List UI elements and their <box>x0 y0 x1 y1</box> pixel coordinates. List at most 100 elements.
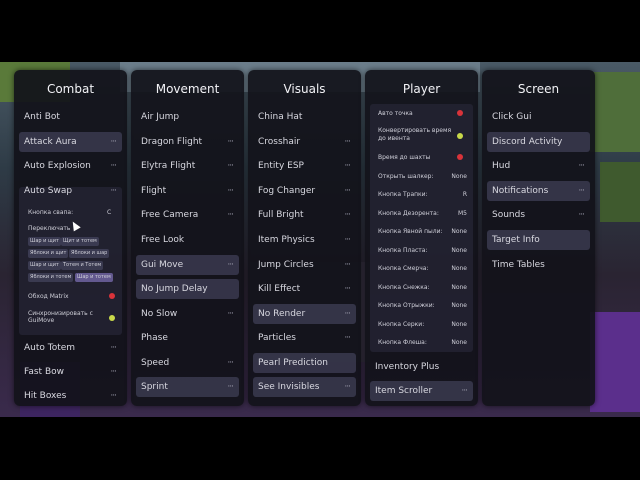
module-discord-activity[interactable]: Discord Activity <box>487 132 590 152</box>
options-icon[interactable]: ··· <box>344 137 351 147</box>
toggle-off-indicator[interactable] <box>457 154 463 160</box>
module-item-scroller[interactable]: Item Scroller ··· <box>370 381 473 401</box>
setting-open-shulker[interactable]: Открыть шалкер: None <box>370 173 473 180</box>
options-icon[interactable]: ··· <box>344 284 351 294</box>
module-sprint[interactable]: Sprint ··· <box>136 377 239 397</box>
module-dragon-flight[interactable]: Dragon Flight ··· <box>136 132 239 152</box>
module-no-render[interactable]: No Render ··· <box>253 304 356 324</box>
module-elytra-flight[interactable]: Elytra Flight ··· <box>136 156 239 176</box>
options-icon[interactable]: ··· <box>578 210 585 220</box>
module-jump-circles[interactable]: Jump Circles ··· <box>253 255 356 275</box>
swap-option-chip[interactable]: Шар и щит <box>28 261 61 270</box>
options-icon[interactable]: ··· <box>227 382 234 392</box>
module-flight[interactable]: Flight ··· <box>136 181 239 201</box>
module-gui-move[interactable]: Gui Move ··· <box>136 255 239 275</box>
options-icon[interactable]: ··· <box>110 391 117 401</box>
module-particles[interactable]: Particles ··· <box>253 328 356 348</box>
options-icon[interactable]: ··· <box>227 161 234 171</box>
combat-panel: Combat Anti Bot Attack Aura ··· Auto Expl… <box>14 70 127 406</box>
module-item-physics[interactable]: Item Physics ··· <box>253 230 356 250</box>
module-auto-swap[interactable]: Auto Swap ··· <box>19 181 122 201</box>
swap-option-chip[interactable]: Тотем и Тотем <box>61 261 104 270</box>
module-target-info[interactable]: Target Info <box>487 230 590 250</box>
options-icon[interactable]: ··· <box>578 186 585 196</box>
module-sounds[interactable]: Sounds ··· <box>487 205 590 225</box>
options-icon[interactable]: ··· <box>578 161 585 171</box>
options-icon[interactable]: ··· <box>110 186 117 196</box>
module-label: Hit Boxes <box>24 391 67 401</box>
setting-label: Открыть шалкер: <box>378 173 434 180</box>
module-speed[interactable]: Speed ··· <box>136 353 239 373</box>
module-no-slow[interactable]: No Slow ··· <box>136 304 239 324</box>
module-hud[interactable]: Hud ··· <box>487 156 590 176</box>
module-full-bright[interactable]: Full Bright ··· <box>253 205 356 225</box>
module-hit-boxes[interactable]: Hit Boxes ··· <box>19 386 122 406</box>
options-icon[interactable]: ··· <box>344 235 351 245</box>
options-icon[interactable]: ··· <box>110 161 117 171</box>
module-entity-esp[interactable]: Entity ESP ··· <box>253 156 356 176</box>
toggle-on-indicator[interactable] <box>109 315 115 321</box>
module-auto-explosion[interactable]: Auto Explosion ··· <box>19 156 122 176</box>
module-crosshair[interactable]: Crosshair ··· <box>253 132 356 152</box>
toggle-off-indicator[interactable] <box>457 110 463 116</box>
options-icon[interactable]: ··· <box>344 260 351 270</box>
options-icon[interactable]: ··· <box>227 358 234 368</box>
module-click-gui[interactable]: Click Gui <box>487 107 590 127</box>
toggle-off-indicator[interactable] <box>109 293 115 299</box>
options-icon[interactable]: ··· <box>110 367 117 377</box>
module-fog-changer[interactable]: Fog Changer ··· <box>253 181 356 201</box>
module-no-jump-delay[interactable]: No Jump Delay <box>136 279 239 299</box>
setting-flash-key[interactable]: Кнопка Флеша: None <box>370 339 473 346</box>
setting-plast-key[interactable]: Кнопка Пласта: None <box>370 247 473 254</box>
module-kill-effect[interactable]: Kill Effect ··· <box>253 279 356 299</box>
options-icon[interactable]: ··· <box>227 186 234 196</box>
options-icon[interactable]: ··· <box>110 137 117 147</box>
options-icon[interactable]: ··· <box>110 343 117 353</box>
setting-label: Кнопка Флеша: <box>378 339 427 346</box>
setting-burp-key[interactable]: Кнопка Отрыжки: None <box>370 302 473 309</box>
module-inventory-plus[interactable]: Inventory Plus <box>370 357 473 377</box>
options-icon[interactable]: ··· <box>344 210 351 220</box>
swap-option-chip[interactable]: Шар и щит <box>28 237 61 246</box>
setting-snowball-key[interactable]: Кнопка Снежка: None <box>370 284 473 291</box>
options-icon[interactable]: ··· <box>227 309 234 319</box>
module-phase[interactable]: Phase <box>136 328 239 348</box>
setting-trap-key[interactable]: Кнопка Трапки: R <box>370 191 473 198</box>
options-icon[interactable]: ··· <box>344 186 351 196</box>
toggle-on-indicator[interactable] <box>457 133 463 139</box>
setting-convert-time[interactable]: Конвертировать время до ивента <box>370 127 454 143</box>
module-china-hat[interactable]: China Hat <box>253 107 356 127</box>
swap-option-chip[interactable]: Шар и тотем <box>75 273 113 282</box>
module-label: Jump Circles <box>258 260 314 270</box>
options-icon[interactable]: ··· <box>227 137 234 147</box>
panel-title: Visuals <box>283 82 326 96</box>
setting-disorient-key[interactable]: Кнопка Дезорента: M5 <box>370 210 473 217</box>
module-air-jump[interactable]: Air Jump <box>136 107 239 127</box>
swap-option-chip[interactable]: Яблоки и шар <box>69 249 110 258</box>
module-fast-bow[interactable]: Fast Bow ··· <box>19 362 122 382</box>
options-icon[interactable]: ··· <box>344 333 351 343</box>
module-notifications[interactable]: Notifications ··· <box>487 181 590 201</box>
module-auto-totem[interactable]: Auto Totem ··· <box>19 338 122 358</box>
setting-tornado-key[interactable]: Кнопка Смерча: None <box>370 265 473 272</box>
options-icon[interactable]: ··· <box>344 161 351 171</box>
options-icon[interactable]: ··· <box>344 382 351 392</box>
setting-dust-key[interactable]: Кнопка Явной пыли: None <box>370 228 473 235</box>
setting-label: Кнопка Дезорента: <box>378 210 439 217</box>
swap-option-chip[interactable]: Щит и тотем <box>61 237 99 246</box>
module-anti-bot[interactable]: Anti Bot <box>19 107 122 127</box>
module-attack-aura[interactable]: Attack Aura ··· <box>19 132 122 152</box>
swap-key-value[interactable]: C <box>107 209 111 216</box>
module-see-invisibles[interactable]: See Invisibles ··· <box>253 377 356 397</box>
options-icon[interactable]: ··· <box>344 309 351 319</box>
module-pearl-prediction[interactable]: Pearl Prediction <box>253 353 356 373</box>
setting-sulfur-key[interactable]: Кнопка Серки: None <box>370 321 473 328</box>
options-icon[interactable]: ··· <box>227 260 234 270</box>
module-free-camera[interactable]: Free Camera ··· <box>136 205 239 225</box>
module-time-tables[interactable]: Time Tables <box>487 255 590 275</box>
swap-option-chip[interactable]: Яблоки и тотем <box>28 273 74 282</box>
module-free-look[interactable]: Free Look <box>136 230 239 250</box>
swap-option-chip[interactable]: Яблоки и щит <box>28 249 69 258</box>
options-icon[interactable]: ··· <box>461 386 468 396</box>
options-icon[interactable]: ··· <box>227 210 234 220</box>
